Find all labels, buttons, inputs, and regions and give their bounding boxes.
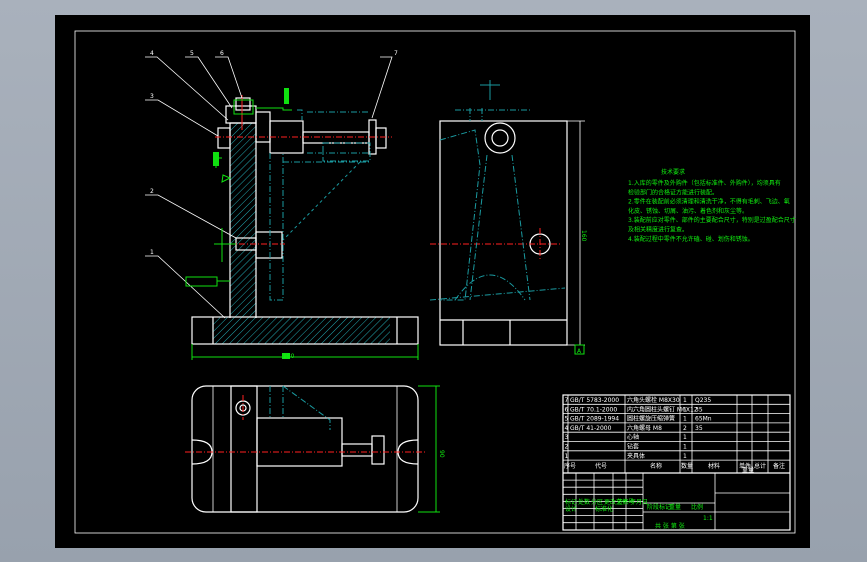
parts-row: 5 GB/T 2089-1994 圆柱螺旋压缩弹簧 1 65Mn <box>565 415 712 423</box>
balloon-7: 7 <box>394 50 398 57</box>
title-label: 阶段标记 <box>647 503 671 511</box>
svg-text:Q235: Q235 <box>695 397 711 404</box>
header-cell: 数量 <box>681 462 693 470</box>
side-view <box>429 80 585 355</box>
header-cell: 名称 <box>650 462 662 470</box>
svg-text:六角螺母 M8: 六角螺母 M8 <box>627 424 662 432</box>
tech-req-line: 1.入库的零件及外购件（包括标准件、外购件），均须具有 <box>628 179 781 187</box>
title-label: 分区 <box>591 498 603 506</box>
scale-value: 1:1 <box>703 515 713 522</box>
tech-req-line: 检验部门的合格证方能进行装配。 <box>628 188 718 196</box>
svg-text:6: 6 <box>565 406 569 413</box>
sheet-count: 共 张 第 张 <box>655 522 685 530</box>
header-cell: 序号 <box>564 462 576 470</box>
dim-depth: 90 <box>438 450 445 458</box>
svg-text:夹具体: 夹具体 <box>627 452 645 460</box>
title-label: 标记 <box>565 498 577 506</box>
title-label: 比例 <box>691 503 703 511</box>
parts-row: 1 夹具体 1 <box>565 452 688 460</box>
svg-text:1: 1 <box>683 453 687 460</box>
title-label: 处数 <box>578 498 590 506</box>
balloon-4: 4 <box>150 50 154 57</box>
svg-text:35: 35 <box>695 406 703 413</box>
header-cell: 总计 <box>754 462 766 470</box>
svg-text:35: 35 <box>695 425 703 432</box>
top-view <box>185 385 440 513</box>
parts-row: 2 钻套 1 <box>565 443 688 451</box>
svg-text:1: 1 <box>683 434 687 441</box>
svg-text:内六角圆柱头螺钉 M6X12: 内六角圆柱头螺钉 M6X12 <box>627 405 698 413</box>
title-label: 签名 <box>617 498 629 506</box>
svg-text:钻套: 钻套 <box>627 443 639 451</box>
title-label: 年月日 <box>630 498 648 506</box>
svg-text:2: 2 <box>565 444 569 451</box>
svg-text:1: 1 <box>683 406 687 413</box>
cad-drawing: 技术要求 1.入库的零件及外购件（包括标准件、外购件），均须具有检验部门的合格证… <box>74 30 796 534</box>
svg-text:GB/T 41-2000: GB/T 41-2000 <box>570 425 612 432</box>
svg-text:1: 1 <box>683 397 687 404</box>
parts-row: 3 心轴 1 <box>565 433 688 441</box>
dim-base-width: 180 <box>283 353 295 360</box>
svg-text:GB/T 5783-2000: GB/T 5783-2000 <box>570 397 619 404</box>
svg-text:六角头螺栓 M8X30: 六角头螺栓 M8X30 <box>627 396 680 404</box>
svg-text:圆柱螺旋压缩弹簧: 圆柱螺旋压缩弹簧 <box>627 415 675 423</box>
balloon-2: 2 <box>150 188 154 195</box>
svg-text:1: 1 <box>683 444 687 451</box>
svg-text:1: 1 <box>565 453 569 460</box>
title-label: 标准化 <box>595 505 613 513</box>
tech-req-line: 2.零件在装配前必须清理和清洗干净，不得有毛刺、飞边、氧 <box>628 198 790 206</box>
drawing-frame <box>74 30 796 534</box>
svg-text:3: 3 <box>565 434 569 441</box>
balloon-1: 1 <box>150 249 154 256</box>
svg-text:2: 2 <box>683 425 687 432</box>
title-label: 重量 <box>669 503 681 511</box>
technical-requirements: 技术要求 1.入库的零件及外购件（包括标准件、外购件），均须具有检验部门的合格证… <box>628 168 796 243</box>
svg-text:心轴: 心轴 <box>627 433 639 441</box>
svg-text:65Mn: 65Mn <box>695 416 712 423</box>
parts-row: 4 GB/T 41-2000 六角螺母 M8 2 35 <box>565 424 703 432</box>
dim-height: 160 <box>580 230 587 242</box>
svg-text:5: 5 <box>565 416 569 423</box>
svg-text:4: 4 <box>565 425 569 432</box>
balloon-5: 5 <box>190 50 194 57</box>
svg-text:GB/T 70.1-2000: GB/T 70.1-2000 <box>570 406 617 413</box>
svg-text:重量: 重量 <box>742 466 754 474</box>
tech-req-line: 及相关精度进行复查。 <box>628 226 688 234</box>
header-cell: 代号 <box>595 462 607 470</box>
svg-text:1: 1 <box>683 416 687 423</box>
header-cell: 备注 <box>773 462 785 470</box>
tech-req-line: 4.装配过程中零件不允许磕、碰、划伤和锈蚀。 <box>628 235 754 243</box>
front-view <box>145 56 419 360</box>
parts-row: 7 GB/T 5783-2000 六角头螺栓 M8X30 1 Q235 <box>565 396 712 404</box>
title-block: 7 GB/T 5783-2000 六角头螺栓 M8X30 1 Q2356 GB/T 70.… <box>562 394 791 531</box>
header-cell: 材料 <box>708 462 720 470</box>
tech-req-line: 3.装配前应对零件、部件的主要配合尺寸，特别是过盈配合尺寸 <box>628 216 796 224</box>
tech-req-title: 技术要求 <box>661 168 685 176</box>
balloon-3: 3 <box>150 93 154 100</box>
svg-text:GB/T 2089-1994: GB/T 2089-1994 <box>570 416 619 423</box>
tech-req-line: 化皮、锈蚀、切屑、油污、着色剂和灰尘等。 <box>628 207 748 215</box>
svg-text:7: 7 <box>565 397 569 404</box>
balloon-6: 6 <box>220 50 224 57</box>
title-label: 设计 <box>565 505 577 513</box>
parts-row: 6 GB/T 70.1-2000 内六角圆柱头螺钉 M6X121 35 <box>565 405 703 413</box>
